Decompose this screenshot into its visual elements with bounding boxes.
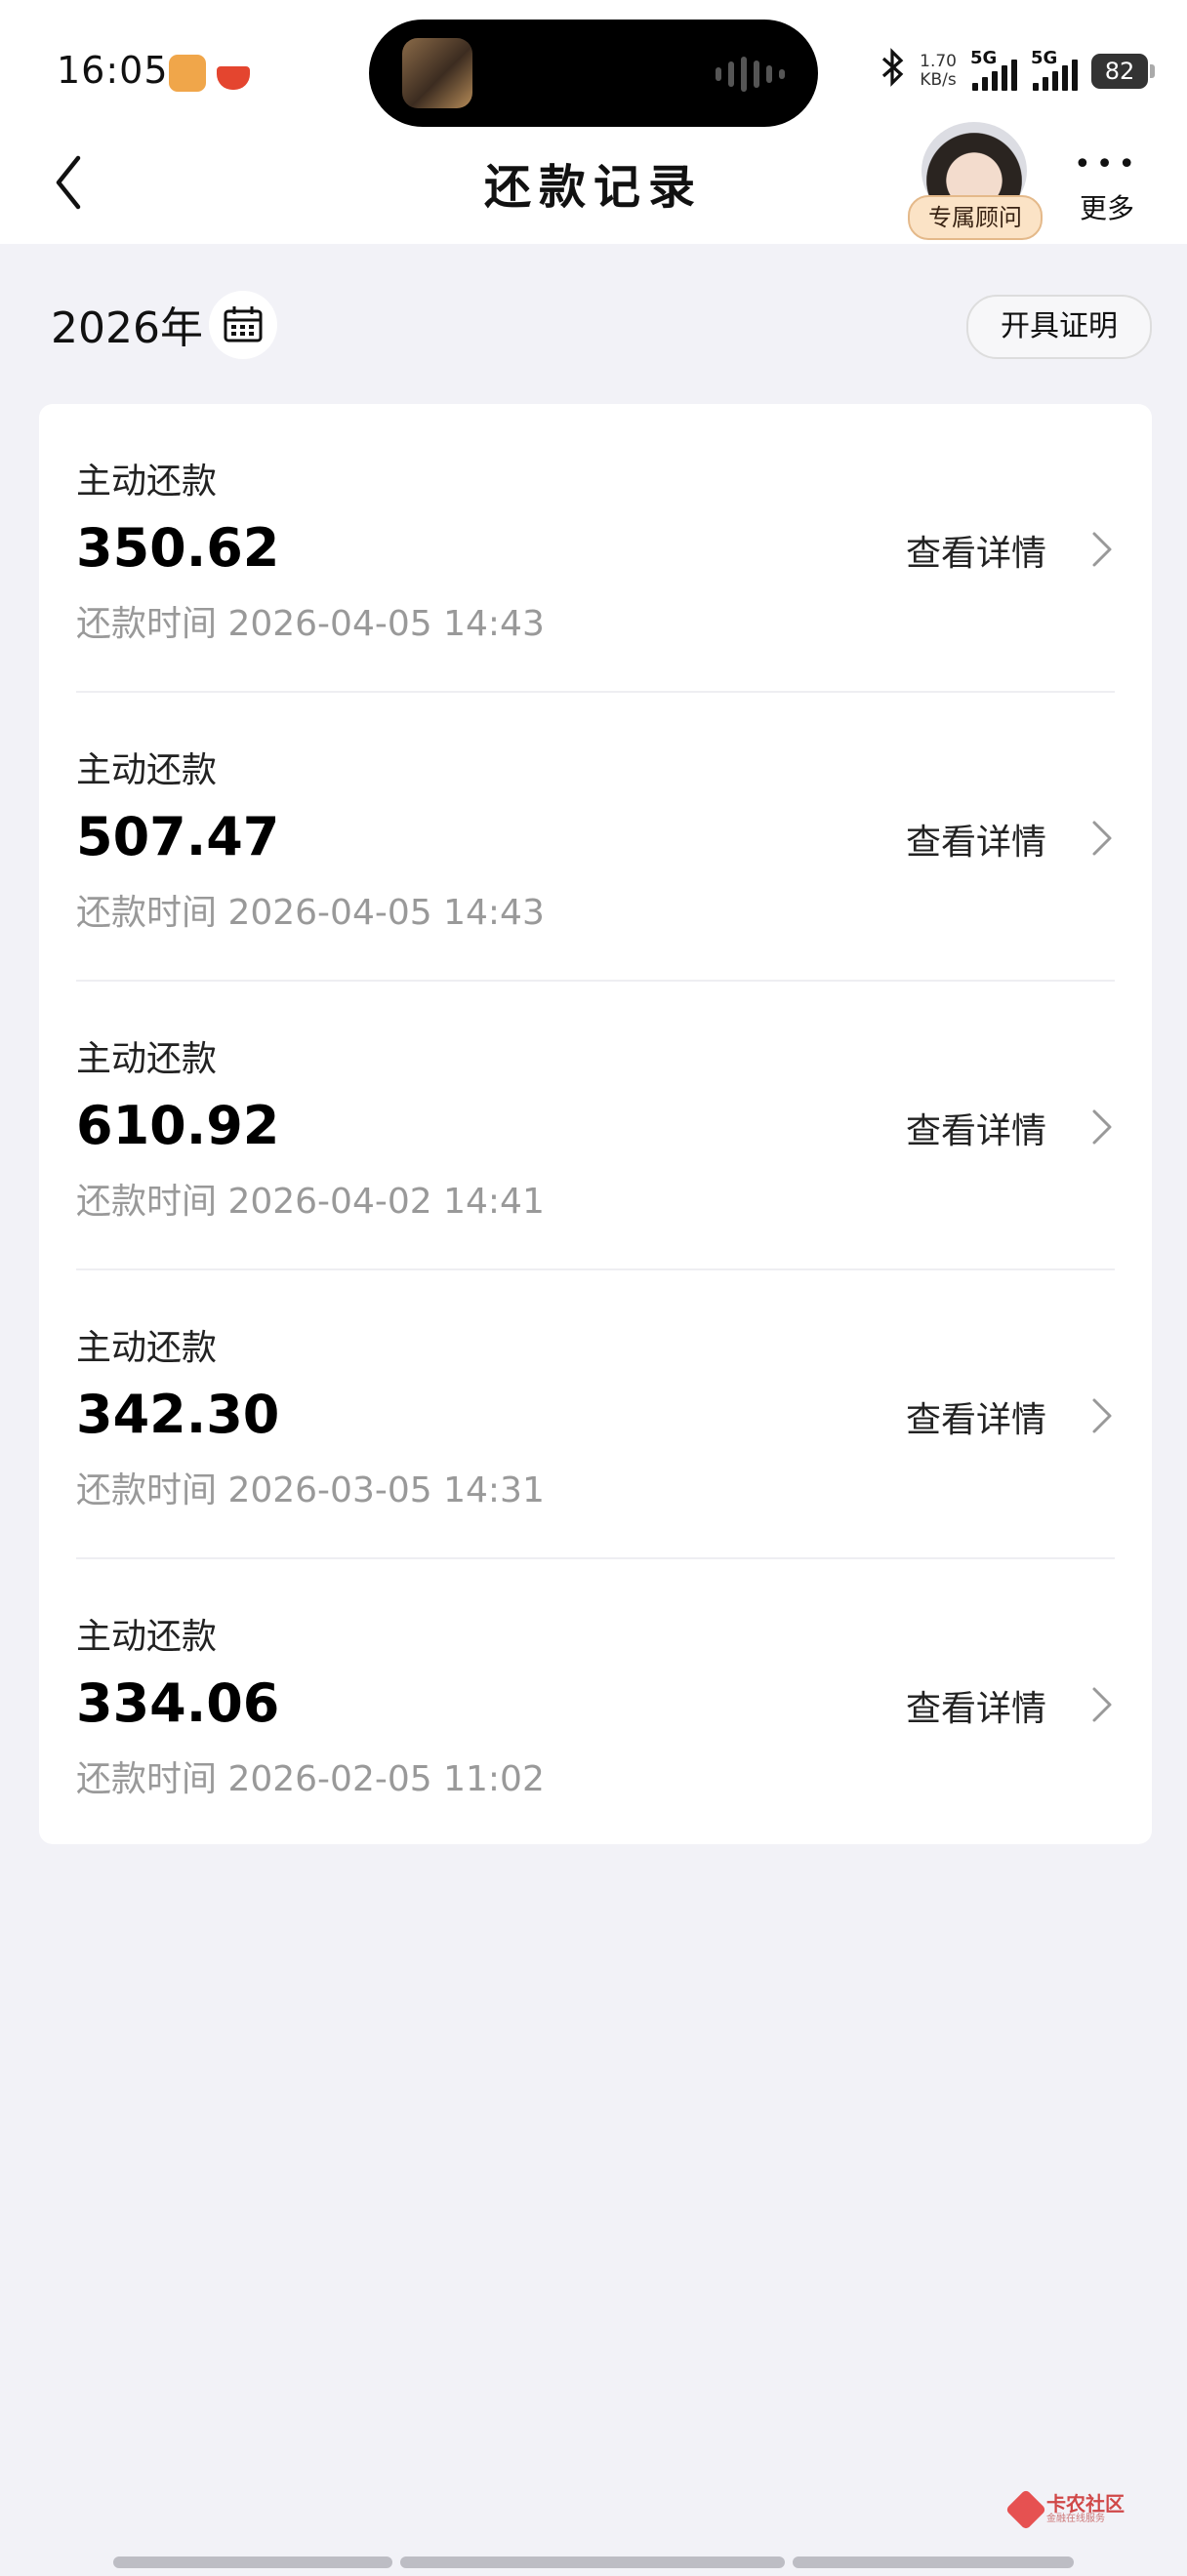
repayment-type: 主动还款 <box>76 1328 218 1368</box>
list-item[interactable]: 主动还款 342.30 还款时间 2026-03-05 14:31 查看详情 <box>39 1270 1152 1559</box>
more-dots-icon: ••• <box>1074 147 1141 181</box>
status-bar: 16:05 1.70 KB/s 5G 5G 82 <box>0 0 1187 146</box>
repayment-amount: 610.92 <box>76 1095 280 1156</box>
bluetooth-icon <box>880 47 906 96</box>
cellular-signal-icon: 5G <box>970 48 1017 91</box>
now-playing-artwork <box>402 38 472 108</box>
notification-app-icon-2 <box>215 55 252 92</box>
chevron-right-icon <box>1092 821 1112 856</box>
chevron-right-icon <box>1092 1687 1112 1722</box>
list-item[interactable]: 主动还款 507.47 还款时间 2026-04-05 14:43 查看详情 <box>39 693 1152 982</box>
status-time: 16:05 <box>57 49 169 92</box>
repayment-time: 还款时间 2026-04-05 14:43 <box>76 893 545 933</box>
repayment-time: 还款时间 2026-04-02 14:41 <box>76 1182 545 1222</box>
repayment-amount: 507.47 <box>76 806 280 867</box>
status-indicators: 1.70 KB/s 5G 5G 82 <box>880 47 1155 96</box>
chevron-right-icon <box>1092 1109 1112 1145</box>
list-item[interactable]: 主动还款 334.06 还款时间 2026-02-05 11:02 查看详情 <box>39 1559 1152 1848</box>
chevron-right-icon <box>1092 1398 1112 1433</box>
repayment-type: 主动还款 <box>76 750 218 790</box>
more-label: 更多 <box>1079 192 1134 224</box>
advisor-label: 专属顾问 <box>908 195 1043 240</box>
nav-bar: 还款记录 专属顾问 ••• 更多 <box>0 122 1187 244</box>
more-button[interactable]: ••• 更多 <box>1074 150 1140 226</box>
home-indicator[interactable] <box>0 2556 1187 2570</box>
repayment-type: 主动还款 <box>76 1039 218 1079</box>
watermark-logo-icon <box>1004 2488 1047 2531</box>
chevron-right-icon <box>1092 532 1112 567</box>
watermark: 卡农社区 金融在线服务 <box>1004 2488 1125 2531</box>
view-detail-link[interactable]: 查看详情 <box>906 525 1046 576</box>
advisor-button[interactable]: 专属顾问 <box>908 122 1044 242</box>
list-item[interactable]: 主动还款 610.92 还款时间 2026-04-02 14:41 查看详情 <box>39 982 1152 1270</box>
view-detail-link[interactable]: 查看详情 <box>906 1391 1046 1442</box>
network-speed: 1.70 KB/s <box>920 52 957 90</box>
watermark-title: 卡农社区 <box>1046 2492 1125 2516</box>
repayment-time: 还款时间 2026-04-05 14:43 <box>76 604 545 644</box>
repayment-amount: 334.06 <box>76 1672 280 1734</box>
year-label[interactable]: 2026年 <box>51 293 203 355</box>
view-detail-link[interactable]: 查看详情 <box>906 1680 1046 1731</box>
repayment-time: 还款时间 2026-02-05 11:02 <box>76 1759 545 1799</box>
repayment-type: 主动还款 <box>76 1617 218 1657</box>
cellular-signal-icon-2: 5G <box>1031 48 1078 91</box>
repayment-amount: 342.30 <box>76 1384 280 1445</box>
issue-certificate-button[interactable]: 开具证明 <box>966 295 1152 359</box>
battery-icon: 82 <box>1091 54 1155 89</box>
repayment-time: 还款时间 2026-03-05 14:31 <box>76 1470 545 1510</box>
repayment-list: 主动还款 350.62 还款时间 2026-04-05 14:43 查看详情 主… <box>39 404 1152 1844</box>
view-detail-link[interactable]: 查看详情 <box>906 814 1046 865</box>
view-detail-link[interactable]: 查看详情 <box>906 1103 1046 1153</box>
audio-waveform-icon <box>716 57 785 92</box>
calendar-button[interactable] <box>209 291 277 359</box>
dynamic-island[interactable] <box>369 20 818 127</box>
repayment-amount: 350.62 <box>76 517 280 579</box>
repayment-type: 主动还款 <box>76 462 218 502</box>
calendar-icon <box>224 306 263 342</box>
list-item[interactable]: 主动还款 350.62 还款时间 2026-04-05 14:43 查看详情 <box>39 404 1152 693</box>
notification-app-icon <box>169 55 206 92</box>
